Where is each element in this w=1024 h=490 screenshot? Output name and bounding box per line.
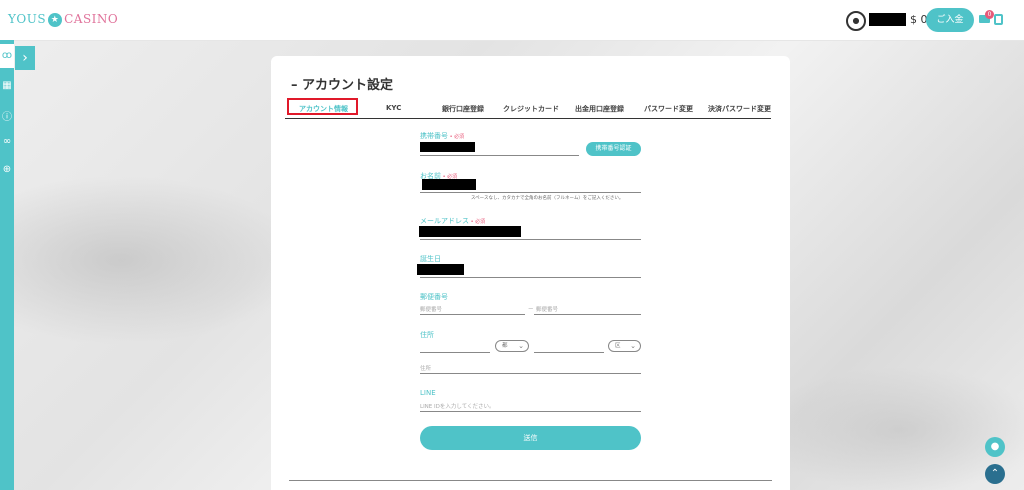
postal-input-1[interactable] — [420, 314, 525, 315]
postal-input-2-placeholder: 郵便番号 — [536, 307, 559, 313]
logout-icon[interactable] — [994, 14, 1003, 25]
line-input-placeholder: LINE IDを入力してください。 — [420, 404, 495, 410]
name-input[interactable] — [420, 192, 641, 193]
star-icon: ★ — [48, 12, 63, 27]
email-input[interactable] — [420, 239, 641, 240]
phone-verify-button[interactable]: 携帯番号認証 — [586, 142, 641, 156]
postal-input-1-placeholder: 郵便番号 — [420, 307, 443, 313]
birthday-input[interactable] — [420, 277, 641, 278]
prefecture-select-value: 都 — [502, 343, 508, 349]
email-label-text: メールアドレス — [420, 217, 469, 225]
chevron-down-icon: ⌄ — [518, 342, 524, 350]
tab-credit-card[interactable]: クレジットカード — [503, 104, 559, 114]
logo-text-yous: YOUS — [8, 12, 47, 26]
chevron-down-icon: ⌄ — [630, 342, 636, 350]
redacted-email — [419, 226, 521, 237]
divider — [289, 480, 772, 481]
submit-button[interactable]: 送信 — [420, 426, 641, 450]
line-label: LINE — [420, 389, 436, 397]
birthday-label: 誕生日 — [420, 255, 441, 263]
coin-icon[interactable]: ● — [846, 11, 866, 31]
mail-badge: 0 — [985, 10, 994, 19]
grid-icon[interactable]: ▦ — [0, 80, 14, 91]
logo-text-casino: CASINO — [64, 12, 119, 26]
tab-password-change[interactable]: パスワード変更 — [644, 104, 693, 114]
ward-select[interactable]: 区 ⌄ — [608, 340, 641, 352]
site-logo[interactable]: YOUS ★ CASINO — [8, 12, 118, 27]
tab-payment-password-change[interactable]: 決済パスワード変更 — [708, 104, 771, 114]
chat-button[interactable]: ● — [985, 437, 1005, 457]
prefecture-select[interactable]: 都 ⌄ — [495, 340, 529, 352]
phone-label: 携帯番号 • 必須 — [420, 132, 465, 140]
redacted-phone — [420, 142, 475, 152]
page-title: – アカウント設定 — [291, 78, 394, 93]
postal-separator: ー — [528, 305, 534, 313]
page-title-text: アカウント設定 — [302, 78, 394, 93]
chat-icon: ● — [990, 441, 1000, 452]
phone-required: 必須 — [454, 134, 465, 140]
active-tab-highlight — [287, 98, 358, 115]
link-icon[interactable]: ∞ — [0, 136, 14, 147]
tab-withdrawal-account[interactable]: 出金用口座登録 — [575, 104, 624, 114]
postal-label: 郵便番号 — [420, 293, 448, 301]
name-note: スペースなし、カタカナで全角のお名前（フルネーム）をご記入ください。 — [471, 196, 624, 201]
postal-input-2[interactable] — [534, 314, 641, 315]
balance-amount: $ 0 — [910, 13, 928, 26]
deposit-button[interactable]: ご入金 — [926, 8, 974, 32]
phone-label-text: 携帯番号 — [420, 132, 448, 140]
line-input[interactable] — [420, 411, 641, 412]
globe-icon[interactable]: ⊕ — [0, 164, 14, 175]
scroll-top-button[interactable]: ⌃ — [985, 464, 1005, 484]
ward-select-value: 区 — [615, 343, 621, 349]
address-detail-placeholder: 住所 — [420, 366, 432, 372]
tab-bank-account[interactable]: 銀行口座登録 — [442, 104, 484, 114]
phone-input[interactable] — [420, 155, 579, 156]
sidebar-expand-button[interactable]: › — [15, 46, 35, 70]
redacted-username — [869, 13, 906, 26]
tab-kyc[interactable]: KYC — [386, 104, 401, 112]
chevron-right-icon: › — [22, 50, 28, 66]
postal-separator-text: ー — [528, 307, 534, 313]
gift-icon: ꝏ — [1, 50, 13, 61]
address-city-input[interactable] — [420, 352, 490, 353]
email-label: メールアドレス • 必須 — [420, 217, 486, 225]
info-icon[interactable]: ⓘ — [0, 108, 14, 123]
address-detail-input[interactable] — [420, 373, 641, 374]
arrow-up-icon: ⌃ — [990, 468, 1000, 479]
address-label: 住所 — [420, 331, 434, 339]
top-bar: YOUS ★ CASINO ● $ 0 ご入金 0 — [0, 0, 1024, 41]
address-ward-input[interactable] — [534, 352, 604, 353]
email-required: 必須 — [475, 219, 486, 225]
redacted-name — [422, 179, 476, 190]
account-settings-panel: – アカウント設定 アカウント情報 KYC 銀行口座登録 クレジットカード 出金… — [271, 56, 790, 490]
sidebar-item-gift[interactable]: ꝏ — [0, 44, 14, 68]
redacted-birthday — [417, 264, 464, 275]
